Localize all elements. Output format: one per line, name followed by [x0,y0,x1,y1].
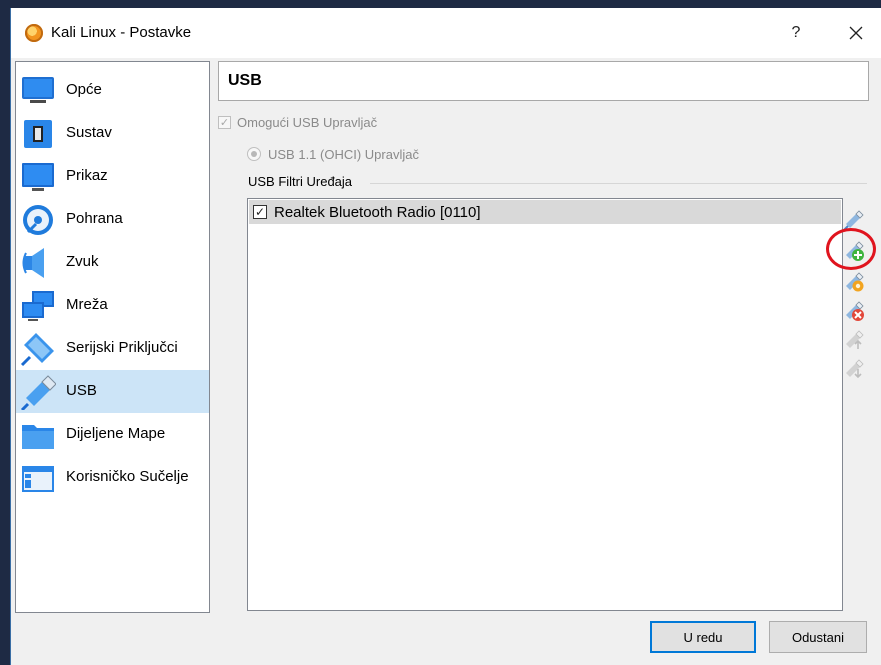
sidebar-item-serial-ports[interactable]: Serijski Priključci [16,327,209,370]
enable-usb-controller-checkbox[interactable]: ✓ Omogući USB Upravljač [218,113,377,131]
edit-filter-button[interactable] [842,270,866,294]
sidebar-item-shared-folders[interactable]: Dijeljene Mape [16,413,209,456]
storage-disk-icon [23,205,53,235]
close-button[interactable] [841,18,871,48]
sidebar-item-label: Opće [66,81,102,98]
sidebar-item-storage[interactable]: Pohrana [16,198,209,241]
close-icon [849,26,863,40]
usb-1-controller-radio[interactable]: USB 1.1 (OHCI) Upravljač [247,145,419,163]
page-header: USB [218,61,869,101]
serial-port-icon [20,333,54,367]
display-icon [22,163,54,191]
cancel-button[interactable]: Odustani [769,621,867,653]
title-bar: Kali Linux - Postavke ? [11,8,881,58]
enable-usb-label: Omogući USB Upravljač [237,114,378,130]
virtualbox-app-icon [25,24,43,42]
move-filter-up-icon [846,330,864,349]
remove-filter-button[interactable] [842,299,866,323]
sidebar-item-label: USB [66,382,97,399]
sidebar-item-label: Korisničko Sučelje [66,468,189,485]
sidebar-item-usb[interactable]: USB [16,370,209,413]
shared-folder-icon [22,425,54,449]
highlight-ring-annotation [826,228,876,270]
window-title: Kali Linux - Postavke [51,24,192,41]
sidebar-item-audio[interactable]: Zvuk [16,241,209,284]
page-title: USB [228,72,262,89]
user-interface-icon [22,466,54,492]
move-filter-down-icon [846,359,864,379]
general-monitor-icon [22,77,54,103]
sidebar-item-system[interactable]: Sustav [16,112,209,155]
usb-filter-list[interactable]: ✓ Realtek Bluetooth Radio [0110] [247,198,843,611]
sidebar-item-label: Dijeljene Mape [66,425,166,442]
help-button[interactable]: ? [781,18,811,48]
radio-selected [247,147,261,161]
sidebar-item-label: Sustav [66,124,112,141]
sidebar-item-general[interactable]: Opće [16,69,209,112]
remove-filter-icon [846,301,864,321]
list-item[interactable]: ✓ Realtek Bluetooth Radio [0110] [249,200,841,224]
sidebar-item-label: Pohrana [66,210,123,227]
sidebar-item-label: Serijski Priključci [66,339,178,356]
usb-filters-group-label: USB Filtri Uređaja [248,174,359,189]
chip-icon [24,120,52,148]
usb-icon [20,375,56,410]
network-icon [22,291,54,321]
sidebar-item-user-interface[interactable]: Korisničko Sučelje [16,456,209,499]
edit-filter-icon [846,272,864,292]
ok-button[interactable]: U redu [650,621,756,653]
settings-category-list: Opće Sustav Prikaz Pohrana Zvuk Mreža Se… [15,61,210,613]
sidebar-item-label: Zvuk [66,253,99,270]
speaker-icon [22,248,44,278]
sidebar-item-display[interactable]: Prikaz [16,155,209,198]
sidebar-item-label: Mreža [66,296,108,313]
sidebar-item-network[interactable]: Mreža [16,284,209,327]
filter-enable-checkbox[interactable]: ✓ [253,205,267,219]
sidebar-item-label: Prikaz [66,167,108,184]
checkbox-checked: ✓ [218,115,231,129]
group-divider [370,183,867,184]
filter-label: Realtek Bluetooth Radio [0110] [274,203,481,221]
move-filter-down-button[interactable] [842,357,866,381]
move-filter-up-button[interactable] [842,328,866,352]
usb-controller-label: USB 1.1 (OHCI) Upravljač [268,146,419,162]
